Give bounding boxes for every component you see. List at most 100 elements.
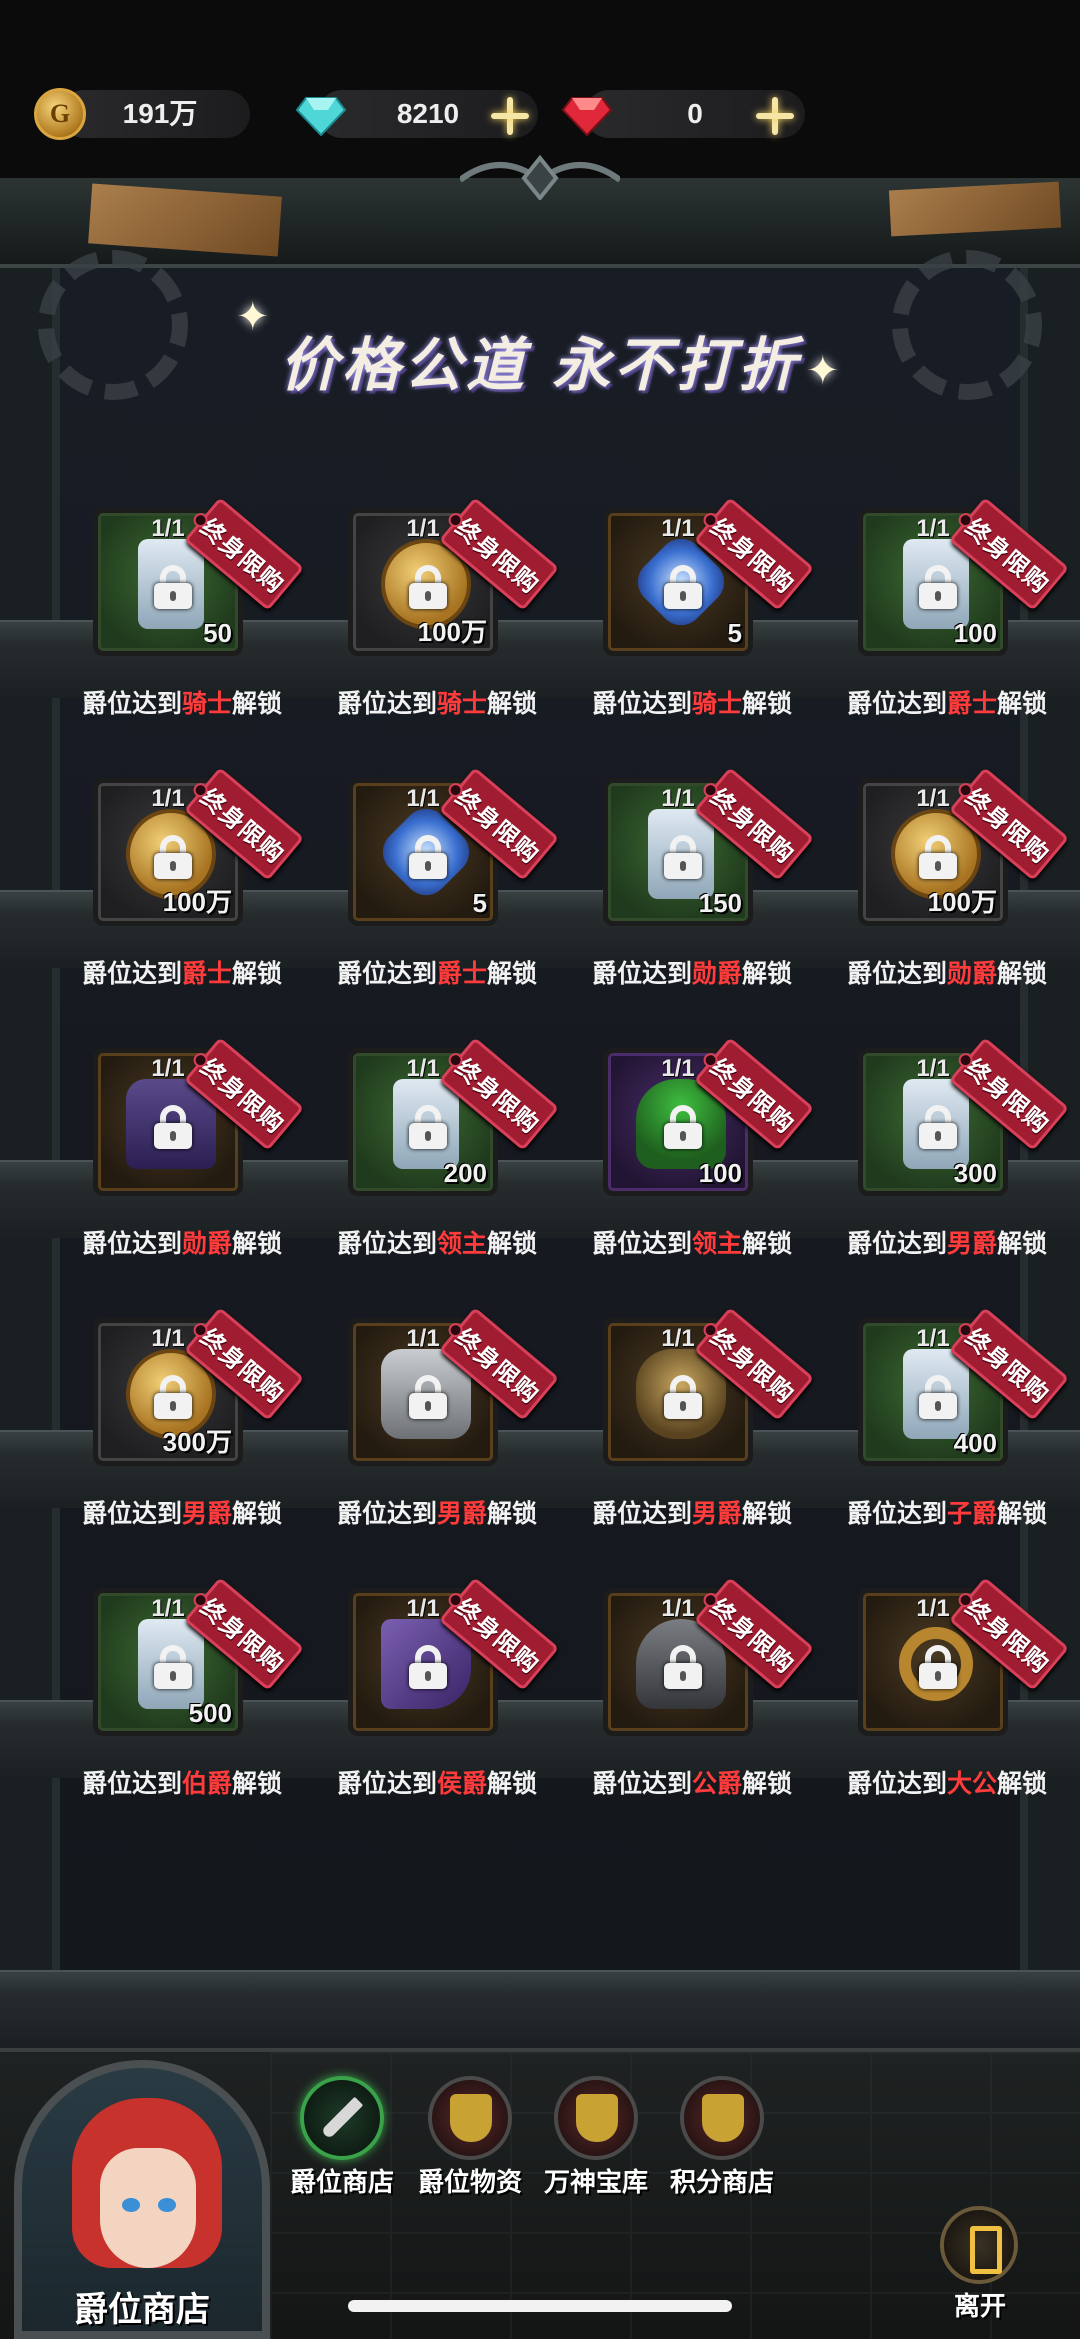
shop-item[interactable]: 1/1 150 终身限购 爵位达到勋爵解锁 xyxy=(565,767,819,998)
unlock-suffix: 解锁 xyxy=(997,1499,1048,1528)
shelf xyxy=(0,1970,1080,2048)
shop-item[interactable]: 1/1 终身限购 爵位达到勋爵解锁 xyxy=(55,1037,309,1268)
tab-points-shop[interactable]: 积分商店 xyxy=(662,2076,782,2206)
unlock-prefix: 爵位达到 xyxy=(336,1769,437,1798)
unlock-suffix: 解锁 xyxy=(742,1229,793,1258)
required-rank: 勋爵 xyxy=(181,1229,232,1258)
unlock-suffix: 解锁 xyxy=(232,689,283,718)
shop-item[interactable]: 1/1 100万 终身限购 爵位达到爵士解锁 xyxy=(55,767,309,998)
tab-pantheon-vault[interactable]: 万神宝库 xyxy=(536,2076,656,2206)
required-rank: 勋爵 xyxy=(946,959,997,988)
unlock-requirement: 爵位达到伯爵解锁 xyxy=(55,1764,309,1804)
paper-scrap-decoration xyxy=(888,181,1062,237)
tab-title-shop[interactable]: 爵位商店 xyxy=(282,2076,402,2206)
required-rank: 子爵 xyxy=(946,1499,997,1528)
unlock-prefix: 爵位达到 xyxy=(846,1769,947,1798)
shop-item[interactable]: 1/1 100万 终身限购 爵位达到勋爵解锁 xyxy=(820,767,1074,998)
required-rank: 爵士 xyxy=(181,959,232,988)
unlock-suffix: 解锁 xyxy=(997,1229,1048,1258)
crossed-swords-icon xyxy=(300,2076,384,2160)
unlock-prefix: 爵位达到 xyxy=(336,959,437,988)
required-rank: 男爵 xyxy=(181,1499,232,1528)
lock-icon xyxy=(919,1645,957,1689)
unlock-suffix: 解锁 xyxy=(487,1229,538,1258)
shop-item[interactable]: 1/1 300万 终身限购 爵位达到男爵解锁 xyxy=(55,1307,309,1538)
unlock-suffix: 解锁 xyxy=(487,1499,538,1528)
shop-item[interactable]: 1/1 100 终身限购 爵位达到领主解锁 xyxy=(565,1037,819,1268)
item-amount: 100万 xyxy=(162,887,232,917)
exit-label: 离开 xyxy=(953,2292,1006,2322)
item-amount: 200 xyxy=(443,1158,487,1188)
shop-item[interactable]: 1/1 50 终身限购 爵位达到骑士解锁 xyxy=(55,497,309,728)
add-diamond-button[interactable] xyxy=(487,93,533,139)
shop-item[interactable]: 1/1 200 终身限购 爵位达到领主解锁 xyxy=(310,1037,564,1268)
shop-item[interactable]: 1/1 300 终身限购 爵位达到男爵解锁 xyxy=(820,1037,1074,1268)
item-amount: 100 xyxy=(698,1158,742,1188)
unlock-requirement: 爵位达到领主解锁 xyxy=(310,1224,564,1264)
unlock-suffix: 解锁 xyxy=(232,1229,283,1258)
ruby-icon xyxy=(562,97,612,136)
unlock-prefix: 爵位达到 xyxy=(81,1229,182,1258)
item-amount: 50 xyxy=(203,618,232,648)
exit-button[interactable]: 离开 xyxy=(930,2206,1030,2326)
tab-title-supplies[interactable]: 爵位物资 xyxy=(410,2076,530,2206)
shop-item[interactable]: 1/1 终身限购 爵位达到男爵解锁 xyxy=(565,1307,819,1538)
lock-icon xyxy=(919,835,957,879)
unlock-requirement: 爵位达到男爵解锁 xyxy=(820,1224,1074,1264)
gold-counter: 191万 xyxy=(60,90,250,138)
lock-icon xyxy=(409,1645,447,1689)
unlock-suffix: 解锁 xyxy=(232,1499,283,1528)
shop-item[interactable]: 1/1 500 终身限购 爵位达到伯爵解锁 xyxy=(55,1577,309,1808)
crest-icon xyxy=(680,2076,764,2160)
unlock-prefix: 爵位达到 xyxy=(846,1499,947,1528)
unlock-requirement: 爵位达到男爵解锁 xyxy=(310,1494,564,1534)
lock-icon xyxy=(154,835,192,879)
unlock-suffix: 解锁 xyxy=(232,1769,283,1798)
shop-item[interactable]: 1/1 100 终身限购 爵位达到爵士解锁 xyxy=(820,497,1074,728)
unlock-prefix: 爵位达到 xyxy=(81,959,182,988)
lock-icon xyxy=(154,565,192,609)
unlock-requirement: 爵位达到骑士解锁 xyxy=(55,684,309,724)
required-rank: 骑士 xyxy=(691,689,742,718)
shop-item[interactable]: 1/1 5 终身限购 爵位达到爵士解锁 xyxy=(310,767,564,998)
shop-item[interactable]: 1/1 100万 终身限购 爵位达到骑士解锁 xyxy=(310,497,564,728)
add-ruby-button[interactable] xyxy=(752,93,798,139)
unlock-suffix: 解锁 xyxy=(487,1769,538,1798)
unlock-requirement: 爵位达到骑士解锁 xyxy=(310,684,564,724)
unlock-prefix: 爵位达到 xyxy=(846,959,947,988)
required-rank: 爵士 xyxy=(436,959,487,988)
unlock-requirement: 爵位达到侯爵解锁 xyxy=(310,1764,564,1804)
unlock-requirement: 爵位达到骑士解锁 xyxy=(565,684,819,724)
item-amount: 5 xyxy=(727,618,742,648)
shop-item[interactable]: 1/1 终身限购 爵位达到男爵解锁 xyxy=(310,1307,564,1538)
unlock-requirement: 爵位达到爵士解锁 xyxy=(820,684,1074,724)
required-rank: 领主 xyxy=(436,1229,487,1258)
unlock-prefix: 爵位达到 xyxy=(336,1499,437,1528)
item-amount: 5 xyxy=(472,888,487,918)
unlock-requirement: 爵位达到爵士解锁 xyxy=(310,954,564,994)
shop-item[interactable]: 1/1 终身限购 爵位达到公爵解锁 xyxy=(565,1577,819,1808)
required-rank: 公爵 xyxy=(691,1769,742,1798)
item-amount: 300万 xyxy=(162,1427,232,1457)
unlock-requirement: 爵位达到男爵解锁 xyxy=(55,1494,309,1534)
shop-item[interactable]: 1/1 400 终身限购 爵位达到子爵解锁 xyxy=(820,1307,1074,1538)
unlock-prefix: 爵位达到 xyxy=(846,689,947,718)
unlock-prefix: 爵位达到 xyxy=(81,1499,182,1528)
unlock-suffix: 解锁 xyxy=(742,959,793,988)
unlock-prefix: 爵位达到 xyxy=(846,1229,947,1258)
shop-item[interactable]: 1/1 5 终身限购 爵位达到骑士解锁 xyxy=(565,497,819,728)
unlock-suffix: 解锁 xyxy=(997,959,1048,988)
unlock-prefix: 爵位达到 xyxy=(591,1769,692,1798)
shop-item[interactable]: 1/1 终身限购 爵位达到侯爵解锁 xyxy=(310,1577,564,1808)
unlock-prefix: 爵位达到 xyxy=(591,1229,692,1258)
lock-icon xyxy=(154,1105,192,1149)
shop-item[interactable]: 1/1 终身限购 爵位达到大公解锁 xyxy=(820,1577,1074,1808)
unlock-suffix: 解锁 xyxy=(487,959,538,988)
unlock-requirement: 爵位达到大公解锁 xyxy=(820,1764,1074,1804)
item-amount: 400 xyxy=(953,1428,997,1458)
lock-icon xyxy=(409,565,447,609)
unlock-prefix: 爵位达到 xyxy=(591,1499,692,1528)
diamond-icon xyxy=(296,97,346,136)
unlock-requirement: 爵位达到爵士解锁 xyxy=(55,954,309,994)
home-indicator[interactable] xyxy=(348,2300,732,2312)
